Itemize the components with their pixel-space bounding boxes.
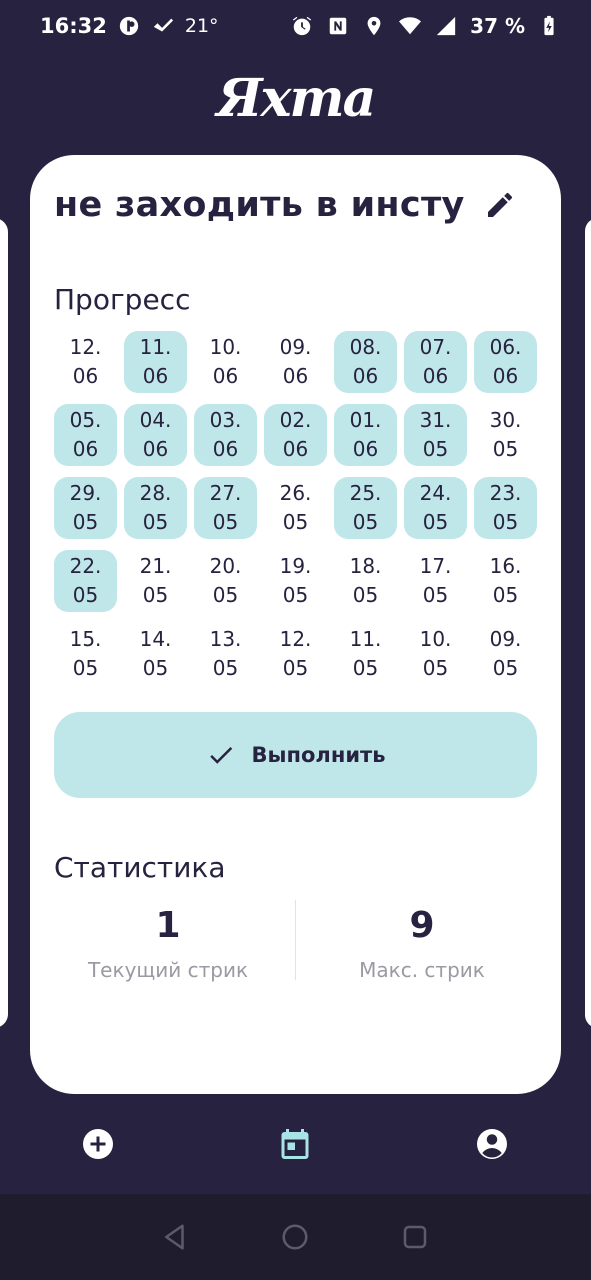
day-cell[interactable]: 27. 05 — [194, 477, 257, 539]
checkmark-icon — [209, 746, 232, 764]
recents-square-icon — [403, 1225, 427, 1249]
day-cell[interactable]: 11. 06 — [124, 331, 187, 393]
complete-button[interactable]: Выполнить — [54, 712, 537, 798]
edit-button[interactable] — [482, 187, 518, 223]
day-cell[interactable]: 01. 06 — [334, 404, 397, 466]
day-cell[interactable]: 12. 06 — [54, 331, 117, 393]
day-cell[interactable]: 16. 05 — [474, 550, 537, 612]
day-cell[interactable]: 21. 05 — [124, 550, 187, 612]
complete-button-label: Выполнить — [251, 743, 386, 767]
progress-grid: 12. 06 11. 06 10. 06 09. 06 08. 06 07. 06 06. … — [54, 331, 544, 685]
day-cell[interactable]: 24. 05 — [404, 477, 467, 539]
day-cell[interactable]: 29. 05 — [54, 477, 117, 539]
day-cell[interactable]: 20. 05 — [194, 550, 257, 612]
day-cell[interactable]: 18. 05 — [334, 550, 397, 612]
home-circle-icon — [282, 1224, 308, 1250]
check-icon — [151, 14, 175, 38]
day-cell[interactable]: 22. 05 — [54, 550, 117, 612]
max-streak-value: 9 — [409, 905, 435, 946]
max-streak-label: Макс. стрик — [359, 958, 485, 982]
battery-icon — [537, 14, 561, 38]
media-icon — [117, 14, 141, 38]
day-cell[interactable]: 10. 05 — [404, 623, 467, 685]
next-card-peek[interactable] — [585, 218, 591, 1028]
profile-icon — [477, 1129, 507, 1159]
day-cell[interactable]: 12. 05 — [264, 623, 327, 685]
day-cell[interactable]: 09. 05 — [474, 623, 537, 685]
system-home-button[interactable] — [278, 1220, 312, 1254]
day-cell[interactable]: 08. 06 — [334, 331, 397, 393]
day-cell[interactable]: 10. 06 — [194, 331, 257, 393]
signal-icon — [434, 14, 458, 38]
day-cell[interactable]: 28. 05 — [124, 477, 187, 539]
back-triangle-icon — [165, 1224, 184, 1250]
wifi-icon — [398, 14, 422, 38]
status-temperature: 21° — [184, 15, 219, 37]
add-icon — [83, 1129, 113, 1159]
habit-title: не заходить в инсту — [54, 185, 465, 225]
day-cell[interactable]: 25. 05 — [334, 477, 397, 539]
day-cell[interactable]: 06. 06 — [474, 331, 537, 393]
location-icon — [362, 14, 386, 38]
day-cell[interactable]: 26. 05 — [264, 477, 327, 539]
bottom-nav — [0, 1094, 591, 1194]
day-cell[interactable]: 04. 06 — [124, 404, 187, 466]
add-habit-button[interactable] — [78, 1124, 118, 1164]
profile-nav-button[interactable] — [472, 1124, 512, 1164]
calendar-icon — [281, 1129, 309, 1159]
day-cell[interactable]: 23. 05 — [474, 477, 537, 539]
pencil-icon — [488, 192, 513, 217]
day-cell[interactable]: 31. 05 — [404, 404, 467, 466]
day-cell[interactable]: 13. 05 — [194, 623, 257, 685]
day-cell[interactable]: 09. 06 — [264, 331, 327, 393]
day-cell[interactable]: 07. 06 — [404, 331, 467, 393]
system-back-button[interactable] — [158, 1220, 192, 1254]
alarm-icon — [290, 14, 314, 38]
day-cell[interactable]: 03. 06 — [194, 404, 257, 466]
battery-percent: 37 % — [470, 14, 525, 38]
day-cell[interactable]: 19. 05 — [264, 550, 327, 612]
day-cell[interactable]: 17. 05 — [404, 550, 467, 612]
calendar-nav-button[interactable] — [275, 1124, 315, 1164]
day-cell[interactable]: 11. 05 — [334, 623, 397, 685]
habit-card: не заходить в инсту Прогресс 12. 06 11. 0… — [30, 155, 561, 1094]
day-cell[interactable]: 30. 05 — [474, 404, 537, 466]
day-cell[interactable]: 05. 06 — [54, 404, 117, 466]
status-bar: 16:32 21° 37 % — [0, 0, 591, 56]
app-logo: Яхта — [216, 68, 377, 129]
statistics-title: Статистика — [54, 851, 226, 884]
status-time: 16:32 — [40, 14, 107, 38]
day-cell[interactable]: 02. 06 — [264, 404, 327, 466]
stats-divider — [295, 900, 296, 980]
system-nav-bar — [0, 1194, 591, 1280]
current-streak-value: 1 — [155, 905, 181, 946]
max-streak: 9 Макс. стрик — [307, 905, 537, 982]
system-recents-button[interactable] — [398, 1220, 432, 1254]
progress-title: Прогресс — [54, 283, 191, 316]
current-streak-label: Текущий стрик — [87, 958, 249, 982]
previous-card-peek[interactable] — [0, 218, 8, 1028]
current-streak: 1 Текущий стрик — [53, 905, 283, 982]
nfc-icon — [326, 14, 350, 38]
day-cell[interactable]: 15. 05 — [54, 623, 117, 685]
day-cell[interactable]: 14. 05 — [124, 623, 187, 685]
